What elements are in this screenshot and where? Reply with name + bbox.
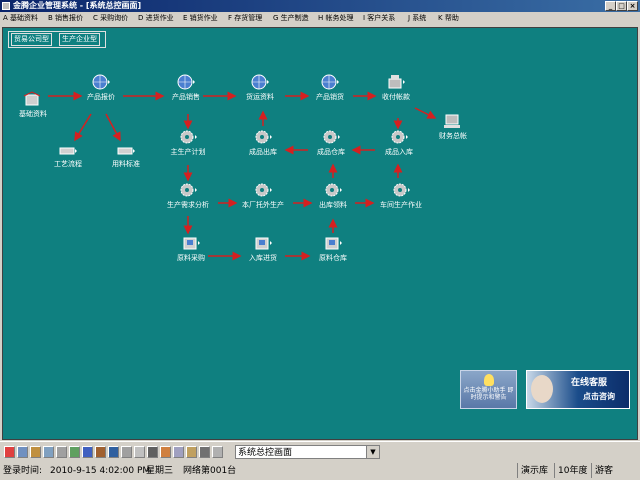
stock-in-icon[interactable] (43, 446, 54, 458)
node-raw-material-warehouse[interactable]: 原料仓库 (303, 234, 363, 263)
menu-help[interactable]: K 帮助 (438, 12, 459, 25)
title-bar: 金腾企业管理系统 - [系统总控画面] _ □ × (0, 0, 640, 12)
node-material-standard[interactable]: 用料标准 (96, 140, 156, 169)
node-product-delivery[interactable]: 产品销货 (300, 73, 360, 102)
gear-icon (393, 183, 410, 197)
gear-icon (180, 183, 197, 197)
globe-icon (177, 74, 195, 90)
gear-icon (255, 130, 272, 144)
exit-icon[interactable] (212, 446, 223, 458)
node-workshop-production[interactable]: 车间生产作业 (371, 181, 431, 210)
node-finished-goods-warehouse[interactable]: 成品仓库 (301, 128, 361, 157)
menu-basic-data[interactable]: A 基础资料 (3, 12, 38, 25)
ledger-icon[interactable] (95, 446, 106, 458)
node-product-sales[interactable]: 产品销售 (156, 73, 216, 102)
node-general-ledger[interactable]: 财务总帐 (423, 112, 483, 141)
lock-icon[interactable] (199, 446, 210, 458)
node-finished-goods-out[interactable]: 成品出库 (233, 128, 293, 157)
calculator-icon[interactable] (147, 446, 158, 458)
export-icon[interactable] (160, 446, 171, 458)
sales-out-icon[interactable] (56, 446, 67, 458)
assistant-banner[interactable]: 点击金腾小助手 即时提示和警告 (460, 370, 517, 409)
node-receivables-payables[interactable]: 收付帐款 (366, 73, 426, 102)
user-name: 游客 (595, 466, 614, 476)
basic-data-icon[interactable] (4, 446, 15, 458)
globe-icon[interactable] (108, 446, 119, 458)
menu-sales-out[interactable]: E 销货作业 (183, 12, 218, 25)
purchase-icon (255, 237, 272, 250)
user-icon[interactable] (186, 446, 197, 458)
minimize-button[interactable]: _ (605, 1, 616, 11)
quote-icon[interactable] (17, 446, 28, 458)
tool-icon (59, 147, 77, 155)
menu-purchase-inquiry[interactable]: C 采购询价 (93, 12, 128, 25)
maximize-button[interactable]: □ (616, 1, 627, 11)
database-name: 演示库 (521, 466, 549, 476)
menu-stock-in[interactable]: D 进货作业 (138, 12, 174, 25)
menu-crm[interactable]: I 客户关系 (363, 12, 395, 25)
settings-icon[interactable] (173, 446, 184, 458)
globe-icon (92, 74, 110, 90)
login-time: 2010-9-15 4:02:00 PM (50, 466, 151, 476)
headset-agent-icon (531, 375, 553, 403)
node-finished-goods-in[interactable]: 成品入库 (369, 128, 429, 157)
node-process-flow[interactable]: 工艺流程 (38, 140, 98, 169)
bottom-toolbar: 系统总控画面 ▼ (0, 441, 640, 464)
node-shipping-data[interactable]: 货运资料 (230, 73, 290, 102)
close-button[interactable]: × (627, 1, 638, 11)
purchase-icon[interactable] (30, 446, 41, 458)
purchase-icon (183, 237, 200, 250)
gear-icon (180, 130, 197, 144)
divider (591, 463, 592, 478)
lightbulb-icon (483, 374, 494, 386)
chevron-down-icon[interactable]: ▼ (366, 446, 379, 458)
node-master-plan[interactable]: 主生产计划 (158, 128, 218, 157)
gear-icon (323, 130, 340, 144)
globe-icon (251, 74, 269, 90)
gear-icon (255, 183, 272, 197)
purchase-icon (325, 237, 342, 250)
database-icon (23, 91, 41, 106)
tool-icon (117, 147, 135, 155)
weekday: 星期三 (146, 466, 174, 476)
menu-bar: A 基础资料 B 销售报价 C 采购询价 D 进货作业 E 销货作业 F 存货管… (0, 12, 640, 25)
arrow (105, 113, 121, 142)
printer-icon[interactable] (121, 446, 132, 458)
login-label: 登录时间: (3, 466, 43, 476)
node-basic-data[interactable]: 基础资料 (3, 90, 63, 119)
node-material-requisition[interactable]: 出库领料 (303, 181, 363, 210)
arrow (74, 113, 92, 142)
window-title: 金腾企业管理系统 - [系统总控画面] (13, 1, 142, 10)
menu-sales-quote[interactable]: B 销售报价 (48, 12, 83, 25)
menu-manufacturing[interactable]: G 生产制造 (273, 12, 309, 25)
screen-select[interactable]: 系统总控画面 ▼ (235, 445, 380, 459)
node-product-quote[interactable]: 产品报价 (71, 73, 131, 102)
node-demand-analysis[interactable]: 生产需求分析 (158, 181, 218, 210)
inventory-icon[interactable] (69, 446, 80, 458)
help-icon[interactable] (82, 446, 93, 458)
status-bar: 登录时间: 2010-9-15 4:02:00 PM 星期三 网络第001台 演… (0, 463, 640, 480)
globe-icon (321, 74, 339, 90)
computer-icon (444, 114, 460, 128)
cash-register-icon (388, 75, 405, 89)
app-icon (2, 2, 10, 10)
divider (554, 463, 555, 478)
node-outsourced-production[interactable]: 本厂托外生产 (233, 181, 293, 210)
gear-icon (391, 130, 408, 144)
menu-accounting[interactable]: H 帐务处理 (318, 12, 354, 25)
online-service-banner[interactable]: 在线客服 点击咨询 (526, 370, 630, 409)
fiscal-year: 10年度 (558, 466, 588, 476)
network-seat: 网络第001台 (183, 466, 237, 476)
node-stock-receiving[interactable]: 入库进货 (233, 234, 293, 263)
divider (517, 463, 518, 478)
node-raw-material-purchase[interactable]: 原料采购 (161, 234, 221, 263)
menu-system[interactable]: J 系统 (408, 12, 426, 25)
menu-inventory[interactable]: F 存货管理 (228, 12, 262, 25)
report-icon[interactable] (134, 446, 145, 458)
gear-icon (325, 183, 342, 197)
